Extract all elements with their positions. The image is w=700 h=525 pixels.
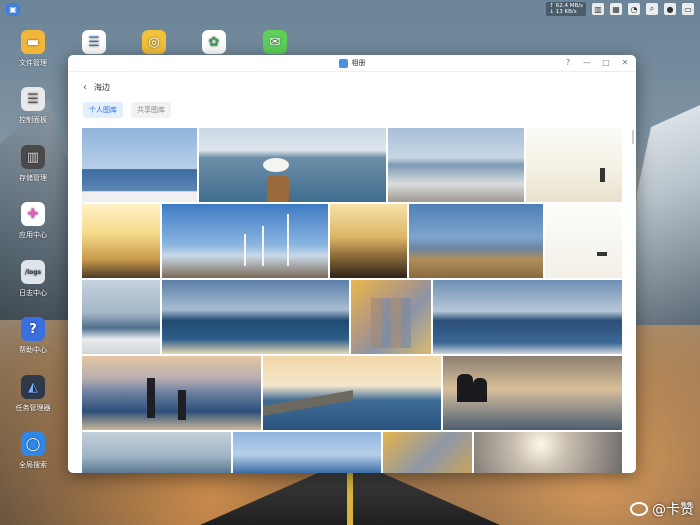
- photo-thumbnail[interactable]: [330, 204, 407, 278]
- folder-icon: ▬: [21, 30, 45, 54]
- tab-personal-library[interactable]: 个人图库: [83, 102, 123, 118]
- desktop-icon-help-center[interactable]: ? 帮助中心: [8, 317, 58, 355]
- chat-icon: ✉: [263, 30, 287, 54]
- drive-icon: ☰: [82, 30, 106, 54]
- photo-thumbnail[interactable]: [162, 204, 328, 278]
- photo-thumbnail[interactable]: [443, 356, 622, 430]
- desktop-icon-label: 日志中心: [19, 289, 47, 297]
- desktop-icon-backup[interactable]: ◎: [129, 30, 179, 58]
- scrollbar[interactable]: [632, 130, 634, 144]
- log-icon: /logs: [21, 260, 45, 284]
- desktop-icon-app-center[interactable]: ✚ 应用中心: [8, 202, 58, 240]
- photo-thumbnail[interactable]: [82, 204, 160, 278]
- back-arrow-icon[interactable]: ‹: [83, 82, 87, 93]
- watermark: @卡赞: [630, 499, 694, 519]
- desktop-icon-chat[interactable]: ✉: [250, 30, 300, 58]
- desktop-icon-log-center[interactable]: /logs 日志中心: [8, 260, 58, 298]
- photo-thumbnail[interactable]: [199, 128, 386, 202]
- desktop-icon-label: 应用中心: [19, 231, 47, 239]
- photo-gallery: [82, 128, 622, 473]
- chart-icon[interactable]: ▥: [592, 3, 604, 15]
- global-search-icon: ◯: [21, 432, 45, 456]
- photo-thumbnail[interactable]: [82, 356, 261, 430]
- close-icon[interactable]: ✕: [620, 58, 630, 67]
- layout-icon[interactable]: ▭: [682, 3, 694, 15]
- desktop-icon-label: 全局搜索: [19, 461, 47, 469]
- desktop-icon-drive[interactable]: ☰: [69, 30, 119, 58]
- wallpaper-mountain-right: [630, 105, 700, 325]
- wallpaper-road-line: [347, 472, 353, 525]
- photo-thumbnail[interactable]: [82, 280, 160, 354]
- net-download: ↓ 13 KB/s: [549, 9, 577, 15]
- tool-icon: ✿: [202, 30, 226, 54]
- photo-thumbnail[interactable]: [409, 204, 543, 278]
- photo-thumbnail[interactable]: [433, 280, 622, 354]
- storage-icon: ▥: [21, 145, 45, 169]
- photo-thumbnail[interactable]: [82, 432, 231, 473]
- desktop-icon-task-manager[interactable]: ◭ 任务管理器: [8, 375, 58, 413]
- bell-icon[interactable]: ◔: [628, 3, 640, 15]
- window-title: 相册: [351, 59, 366, 67]
- photos-window: 相册 ? — □ ✕ ‹ 海边 个人图库 共享图库: [68, 55, 636, 473]
- desktop-icon-label: 文件管理: [19, 59, 47, 67]
- network-speed: ↑ 62.4 MB/s ↓ 13 KB/s: [546, 2, 586, 16]
- help-icon: ?: [21, 317, 45, 341]
- tab-shared-library[interactable]: 共享图库: [131, 102, 171, 118]
- photo-thumbnail[interactable]: [82, 128, 197, 202]
- photo-thumbnail[interactable]: [351, 280, 431, 354]
- album-title: 海边: [94, 82, 110, 92]
- desktop-icon-storage[interactable]: ▥ 存储管理: [8, 145, 58, 183]
- desktop-icon-file-manager[interactable]: ▬ 文件管理: [8, 30, 58, 68]
- task-manager-icon: ◭: [21, 375, 45, 399]
- help-icon[interactable]: ?: [563, 58, 573, 67]
- desktop-icon-label: 任务管理器: [15, 404, 51, 412]
- photo-thumbnail[interactable]: [474, 432, 622, 473]
- search-icon[interactable]: ⌕: [646, 3, 658, 15]
- library-tabs: 个人图库 共享图库: [68, 102, 636, 118]
- photo-thumbnail[interactable]: [263, 356, 441, 430]
- photo-thumbnail[interactable]: [545, 204, 622, 278]
- grid-icon[interactable]: ▦: [610, 3, 622, 15]
- desktop-icon-global-search[interactable]: ◯ 全局搜索: [8, 432, 58, 470]
- photos-taskbar-icon[interactable]: ▣: [6, 2, 20, 16]
- app-center-icon: ✚: [21, 202, 45, 226]
- window-titlebar[interactable]: 相册 ? — □ ✕: [68, 55, 636, 72]
- photo-thumbnail[interactable]: [383, 432, 472, 473]
- backup-icon: ◎: [142, 30, 166, 54]
- desktop-icon-control-panel[interactable]: ☰ 控制面板: [8, 87, 58, 125]
- desktop-icon-label: 存储管理: [19, 174, 47, 182]
- photo-thumbnail[interactable]: [388, 128, 524, 202]
- desktop-topbar: ⠿ ▣ ↑ 62.4 MB/s ↓ 13 KB/s ▥ ▦ ◔ ⌕ ● ▭: [0, 0, 700, 18]
- desktop-icon-tool[interactable]: ✿: [189, 30, 239, 58]
- minimize-icon[interactable]: —: [582, 58, 592, 67]
- watermark-text: @卡赞: [652, 502, 694, 518]
- desktop-icon-label: 控制面板: [19, 116, 47, 124]
- maximize-icon[interactable]: □: [601, 58, 611, 67]
- photo-thumbnail[interactable]: [526, 128, 622, 202]
- control-panel-icon: ☰: [21, 87, 45, 111]
- photos-app-icon: [338, 58, 348, 68]
- desktop-icon-label: 帮助中心: [19, 346, 47, 354]
- album-header: ‹ 海边: [68, 72, 636, 102]
- weibo-icon: [630, 502, 648, 516]
- photo-thumbnail[interactable]: [233, 432, 381, 473]
- photo-thumbnail[interactable]: [162, 280, 349, 354]
- user-icon[interactable]: ●: [664, 3, 676, 15]
